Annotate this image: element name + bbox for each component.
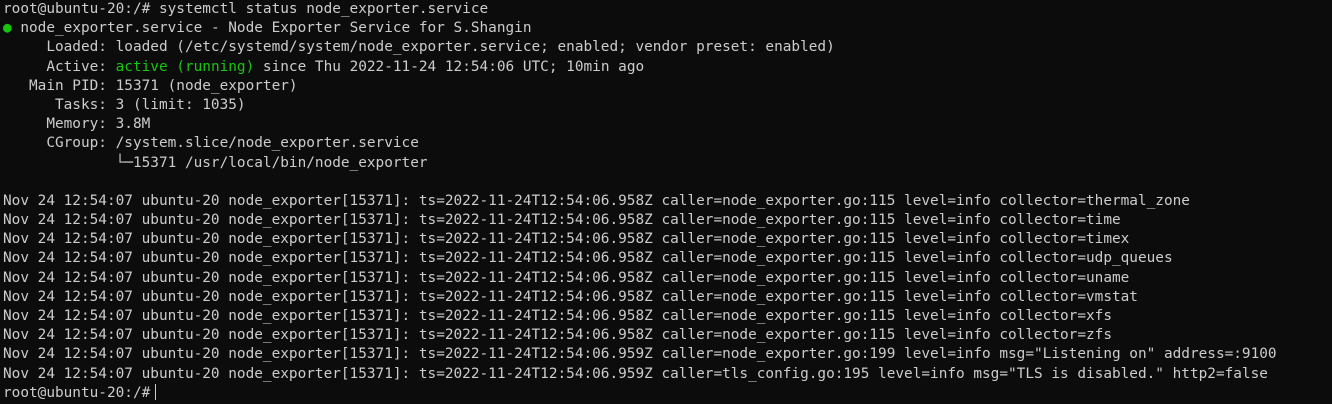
service-title: node_exporter.service - Node Exporter Se… bbox=[11, 20, 532, 37]
log-line: Nov 24 12:54:07 ubuntu-20 node_exporter[… bbox=[3, 269, 1130, 286]
tasks-line: Tasks: 3 (limit: 1035) bbox=[3, 96, 246, 113]
prompt-line[interactable]: root@ubuntu-20:/# bbox=[3, 383, 1332, 403]
active-label: Active: bbox=[3, 58, 116, 75]
terminal-window[interactable]: root@ubuntu-20:/# systemctl status node_… bbox=[0, 0, 1332, 404]
log-line: Nov 24 12:54:07 ubuntu-20 node_exporter[… bbox=[3, 192, 1190, 209]
log-line: Nov 24 12:54:07 ubuntu-20 node_exporter[… bbox=[3, 288, 1138, 305]
status-dot-icon: ● bbox=[3, 20, 12, 37]
cgroup-child-line: └─15371 /usr/local/bin/node_exporter bbox=[3, 154, 428, 171]
log-lines: Nov 24 12:54:07 ubuntu-20 node_exporter[… bbox=[3, 192, 1332, 384]
log-line: Nov 24 12:54:07 ubuntu-20 node_exporter[… bbox=[3, 212, 1121, 229]
text-cursor[interactable] bbox=[155, 383, 157, 400]
log-line: Nov 24 12:54:07 ubuntu-20 node_exporter[… bbox=[3, 327, 1112, 344]
cgroup-line: CGroup: /system.slice/node_exporter.serv… bbox=[3, 135, 419, 152]
shell-prompt: root@ubuntu-20:/# bbox=[3, 384, 151, 401]
log-line: Nov 24 12:54:07 ubuntu-20 node_exporter[… bbox=[3, 308, 1112, 324]
log-line: Nov 24 12:54:07 ubuntu-20 node_exporter[… bbox=[3, 346, 1277, 363]
log-line: Nov 24 12:54:07 ubuntu-20 node_exporter[… bbox=[3, 365, 1268, 382]
active-since: since Thu 2022-11-24 12:54:06 UTC; 10min… bbox=[254, 58, 645, 75]
log-line: Nov 24 12:54:07 ubuntu-20 node_exporter[… bbox=[3, 250, 1173, 267]
memory-line: Memory: 3.8M bbox=[3, 116, 151, 133]
log-line: Nov 24 12:54:07 ubuntu-20 node_exporter[… bbox=[3, 231, 1130, 248]
loaded-line: Loaded: loaded (/etc/systemd/system/node… bbox=[3, 39, 835, 56]
active-state: active (running) bbox=[115, 58, 255, 75]
active-line: Active: active (running) since Thu 2022-… bbox=[3, 58, 1332, 77]
main-pid-line: Main PID: 15371 (node_exporter) bbox=[3, 77, 298, 94]
service-title-line: ● node_exporter.service - Node Exporter … bbox=[3, 19, 1332, 38]
command-line: root@ubuntu-20:/# systemctl status node_… bbox=[3, 1, 489, 17]
